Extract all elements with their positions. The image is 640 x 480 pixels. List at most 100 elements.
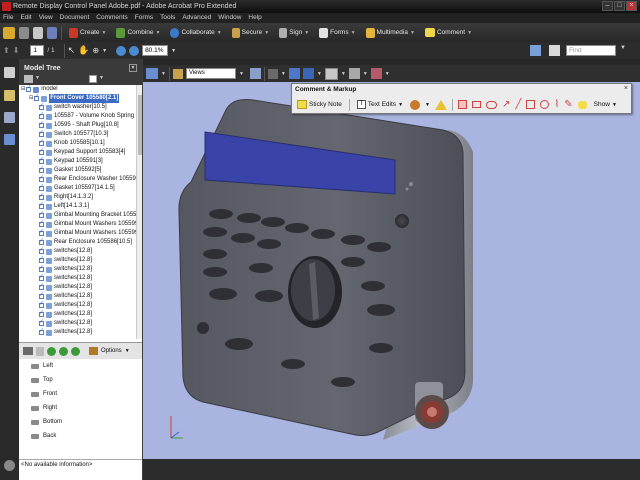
menu-tools[interactable]: Tools [160,13,175,23]
menu-comments[interactable]: Comments [96,13,127,23]
zoom-in-icon[interactable] [129,45,140,56]
close-icon[interactable]: × [624,85,628,92]
close-button[interactable]: × [626,1,637,11]
refresh-view-icon[interactable] [59,346,68,356]
create-button[interactable]: Create ▼ [66,25,109,40]
arrow-icon[interactable]: ↗ [502,99,510,110]
tree-item[interactable]: Knob 105585[10.1] [39,138,105,148]
tree-item[interactable]: switches[12.8] [39,300,92,310]
home-icon[interactable] [89,347,98,355]
view-item-left[interactable]: Left [31,359,53,373]
show-button[interactable]: Show ▼ [592,98,619,111]
background-icon[interactable] [348,68,360,79]
tree-item[interactable]: switches[12.8] [39,255,92,265]
text-edits-button[interactable]: T Text Edits ▼ [355,98,405,111]
tree-item[interactable]: 10595 - Shaft Plug[10.8] [39,120,119,130]
3d-model-viewport[interactable] [143,82,640,459]
pencil-icon[interactable]: ✎ [564,99,572,110]
tree-item[interactable]: Gasket 105597[14.1.5] [39,183,115,193]
tree-item[interactable]: Gimbal Mount Washers 105599 [39,228,138,238]
line-icon[interactable]: ╱ [515,99,521,110]
menu-view[interactable]: View [39,13,53,23]
bookmarks-icon[interactable] [4,90,15,101]
tree-item[interactable]: Right[14.1.3.2] [39,192,93,202]
render-mode-icon[interactable] [288,68,300,79]
add-view-icon[interactable] [47,346,56,356]
tree-item[interactable]: switches[12.8] [39,309,92,319]
select-tool-icon[interactable]: ↖ [68,45,76,56]
delete-view-icon[interactable] [36,346,44,356]
tree-item[interactable]: switches[12.8] [39,327,92,337]
menu-window[interactable]: Window [218,13,241,23]
attach-warning-icon[interactable] [434,99,447,110]
tree-scrollbar[interactable] [136,85,142,339]
save-icon[interactable] [19,26,29,39]
tree-item[interactable]: Gasket 105592[5] [39,165,101,175]
stamp-icon[interactable] [410,99,421,110]
text-box-icon[interactable] [471,101,481,108]
tree-item[interactable]: Rear Enclosure Washer 10559 [39,174,136,184]
fit-width-icon[interactable] [549,45,560,56]
open-folder-icon[interactable] [3,26,15,39]
print-icon[interactable] [33,26,43,39]
tree-item[interactable]: 105587 - Volume Knob Spring [39,111,134,121]
attachments-icon[interactable] [4,460,15,471]
secure-button[interactable]: Secure ▼ [229,25,273,40]
tree-item[interactable]: Switch 105577[10.3] [39,129,108,139]
sign-button[interactable]: Sign ▼ [276,25,312,40]
signatures-icon[interactable] [4,112,15,123]
tree-item-model[interactable]: ⊟model [21,85,58,94]
oval-icon[interactable] [540,100,550,109]
model-tree-icon[interactable] [4,134,15,145]
page-number-input[interactable]: 1 [30,45,45,56]
pages-icon[interactable] [4,67,15,78]
find-input[interactable]: Find [566,45,616,56]
next-page-icon[interactable]: ⬇ [13,46,20,55]
tree-item[interactable]: switches[12.8] [39,264,92,274]
comment-tool-icon[interactable] [324,67,338,80]
maximize-button[interactable]: □ [614,1,625,11]
menu-advanced[interactable]: Advanced [182,13,211,23]
tree-item[interactable]: switches[12.8] [39,282,92,292]
zoom-out-icon[interactable] [116,45,127,56]
view-item-front[interactable]: Front [31,387,57,401]
marquee-zoom-icon[interactable]: ⊕ [92,46,99,55]
sticky-note-button[interactable]: Sticky Note [295,98,344,111]
tree-item[interactable]: switches[12.8] [39,273,92,283]
hand-tool-icon[interactable]: ✋ [78,45,89,56]
animation-play-icon[interactable] [267,68,278,79]
panel-options-icon[interactable]: ▼ [129,64,137,72]
comment-button[interactable]: Comment ▼ [422,25,475,40]
views-dropdown[interactable]: Views [185,68,236,79]
tree-item[interactable]: Keypad 105591[3] [39,156,103,166]
camera-icon[interactable] [23,347,33,355]
rectangle-icon[interactable] [526,100,536,109]
menu-document[interactable]: Document [60,13,90,23]
tree-item[interactable]: Gimbal Mount Washers 105599 [39,219,138,229]
projection-icon[interactable] [249,68,261,79]
email-icon[interactable] [47,26,57,39]
cloud-icon[interactable] [485,100,497,109]
cross-section-icon[interactable] [370,68,382,79]
fit-page-icon[interactable] [530,45,541,56]
polygon-line-icon[interactable]: ⌇ [554,99,559,110]
zoom-level-input[interactable]: 80.1% [142,45,169,56]
callout-icon[interactable] [457,100,467,109]
menu-forms[interactable]: Forms [135,13,153,23]
view-item-top[interactable]: Top [31,373,53,387]
combine-button[interactable]: Combine ▼ [113,25,163,40]
multimedia-button[interactable]: Multimedia ▼ [363,25,418,40]
zoom-dropdown[interactable]: ▼ [171,48,176,54]
tree-item[interactable]: switches[12.8] [39,291,92,301]
rotate-icon[interactable] [146,68,158,79]
tree-item[interactable]: switch washer[10.5] [39,102,107,112]
menu-edit[interactable]: Edit [20,13,31,23]
view-item-back[interactable]: Back [31,429,56,443]
tree-item[interactable]: Rear Enclosure 105586[10.5] [39,237,132,247]
tree-item[interactable]: switches[12.8] [39,246,92,256]
previous-page-icon[interactable]: ⬆ [3,46,10,55]
minimize-button[interactable]: – [602,1,613,11]
tree-item[interactable]: switches[12.8] [39,318,92,328]
tree-item[interactable]: Left[14.1.3.1] [39,201,89,211]
menu-help[interactable]: Help [248,13,261,23]
